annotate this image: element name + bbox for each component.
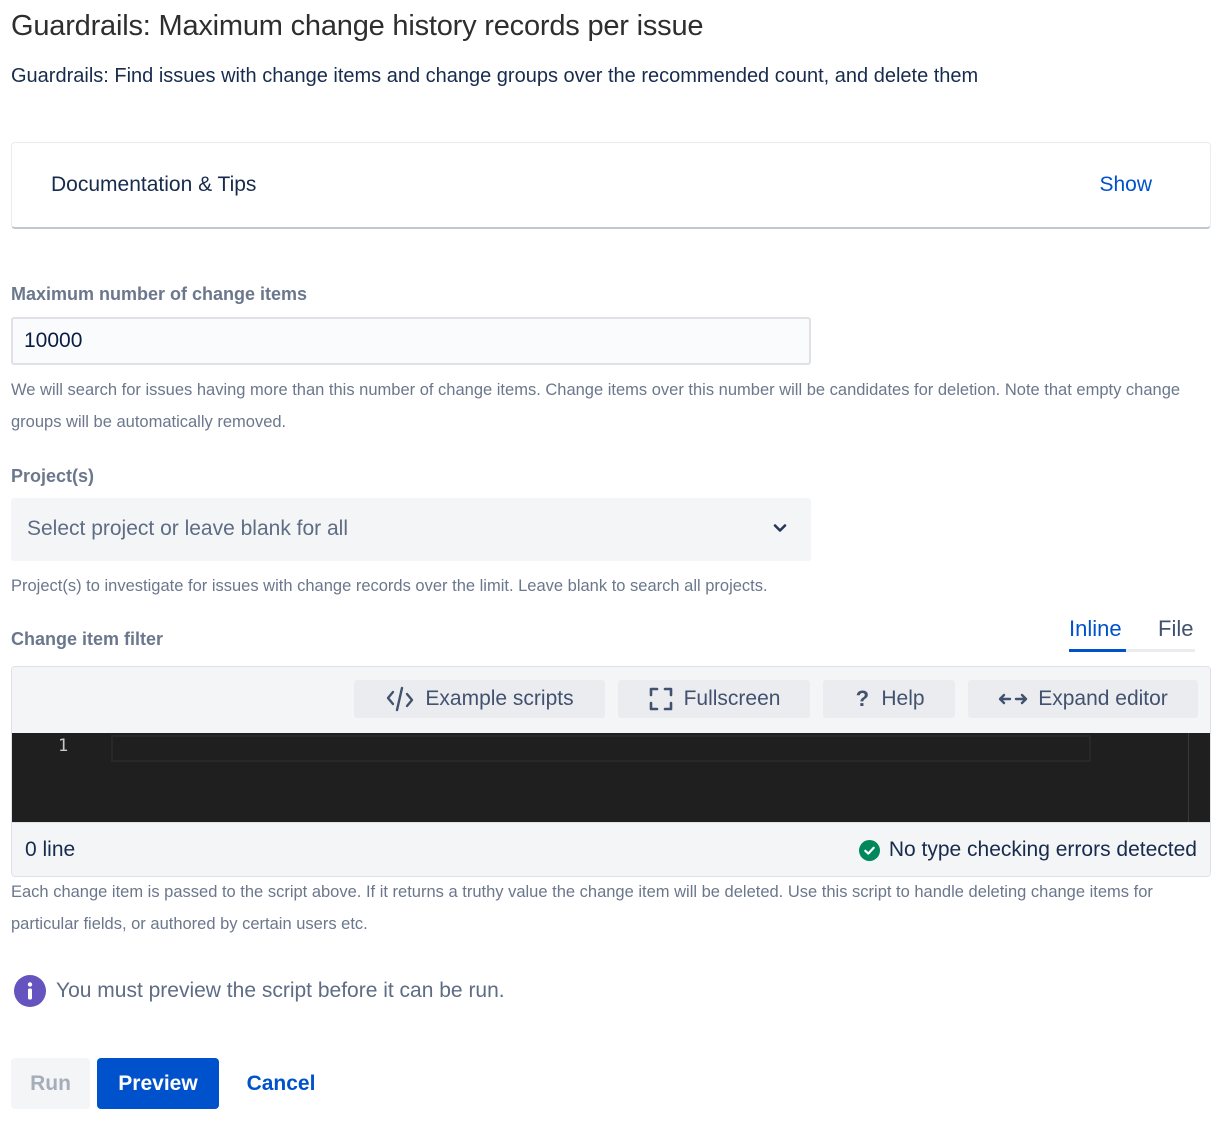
projects-select-placeholder: Select project or leave blank for all [27,517,348,540]
projects-help: Project(s) to investigate for issues wit… [11,577,768,595]
script-editor: Example scripts Fullscreen ? Help Expand… [11,666,1211,877]
editor-toolbar: Example scripts Fullscreen ? Help Expand… [12,667,1210,733]
help-label: Help [881,687,925,710]
editor-scrollbar[interactable] [1188,733,1189,822]
change-item-filter-help: Each change item is passed to the script… [11,883,1153,933]
max-change-items-help: We will search for issues having more th… [11,381,1181,431]
line-count: 0 line [25,838,76,861]
expand-editor-button[interactable]: Expand editor [968,680,1198,718]
expand-editor-label: Expand editor [1038,687,1168,710]
preview-required-text: You must preview the script before it ca… [56,979,505,1002]
code-editor-area[interactable]: 1 [12,733,1210,822]
preview-button[interactable]: Preview [97,1058,219,1109]
example-scripts-button[interactable]: Example scripts [354,680,605,718]
page-subtitle: Guardrails: Find issues with change item… [11,65,979,87]
type-check-text: No type checking errors detected [888,838,1197,861]
cancel-button[interactable]: Cancel [227,1058,335,1109]
documentation-title: Documentation & Tips [51,173,257,196]
preview-required-message: You must preview the script before it ca… [14,975,505,1007]
documentation-show-button[interactable]: Show [1099,173,1152,197]
active-line-highlight [111,735,1091,762]
fullscreen-label: Fullscreen [683,687,781,710]
type-check-status: No type checking errors detected [858,838,1197,862]
check-circle-icon [858,839,880,861]
max-change-items-input[interactable] [11,317,811,365]
code-icon [387,686,414,712]
tab-inline[interactable]: Inline [1069,616,1122,642]
documentation-panel: Documentation & Tips Show [11,142,1211,229]
question-icon: ? [855,686,870,711]
projects-label: Project(s) [11,466,95,486]
tab-active-indicator [1069,649,1126,652]
line-number: 1 [58,736,69,756]
page-title: Guardrails: Maximum change history recor… [11,10,704,42]
run-button[interactable]: Run [11,1058,90,1109]
info-icon [14,975,46,1007]
projects-select[interactable]: Select project or leave blank for all [11,498,811,561]
expand-horizontal-icon [999,693,1028,705]
change-item-filter-label: Change item filter [11,629,164,649]
chevron-down-icon [773,524,787,532]
help-button[interactable]: ? Help [823,680,955,718]
fullscreen-button[interactable]: Fullscreen [618,680,810,718]
example-scripts-label: Example scripts [425,687,574,710]
editor-status-bar: 0 line No type checking errors detected [12,822,1210,876]
max-change-items-label: Maximum number of change items [11,284,308,304]
tab-file[interactable]: File [1158,616,1193,642]
fullscreen-icon [649,687,672,711]
